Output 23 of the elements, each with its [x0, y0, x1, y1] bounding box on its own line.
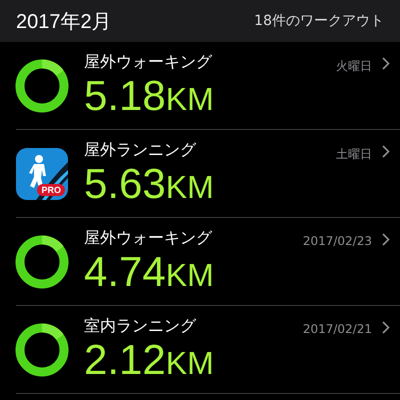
chevron-icon: [382, 57, 390, 70]
app-icon[interactable]: PRO: [16, 148, 68, 200]
distance-text: 5.18KM: [84, 72, 214, 120]
chevron-icon: [382, 321, 390, 334]
month-title: 2017年2月: [16, 10, 112, 34]
distance-text: 4.74KM: [84, 248, 214, 296]
pro-badge: PRO: [37, 184, 65, 196]
ring-icon: [15, 235, 69, 289]
workout-name: 室内ランニング: [84, 316, 196, 336]
chevron-icon: [382, 145, 390, 158]
workout-name: 屋外ランニング: [84, 140, 196, 160]
chevron-icon: [382, 233, 390, 246]
workout-date: 2017/02/21: [302, 322, 372, 336]
workout-count: 18件のワークアウト: [254, 12, 384, 30]
workout-name: 屋外ウォーキング: [84, 228, 212, 248]
workout-name: 屋外ウォーキング: [84, 52, 212, 72]
ring-icon: [15, 323, 69, 377]
distance-text: 5.63KM: [84, 160, 214, 208]
distance-text: 2.12KM: [84, 336, 214, 384]
workout-date: 土曜日: [336, 146, 372, 163]
workout-date: 火曜日: [336, 58, 372, 75]
workout-date: 2017/02/23: [302, 234, 372, 248]
ring-icon: [15, 59, 69, 113]
